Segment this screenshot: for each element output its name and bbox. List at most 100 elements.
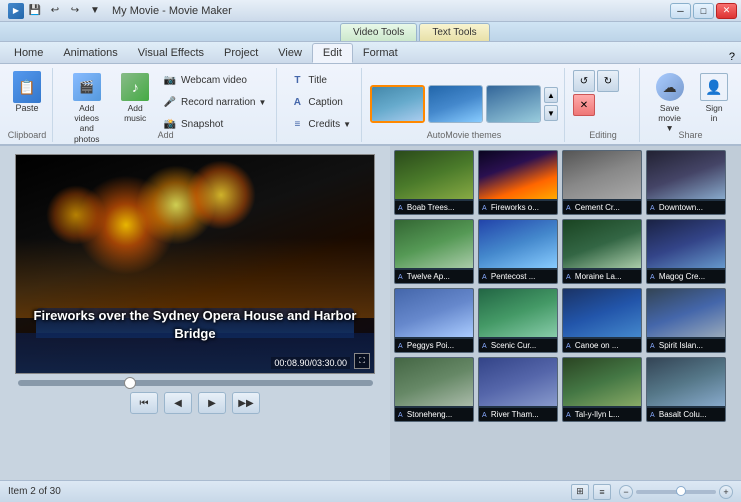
microphone-icon: 🎤	[162, 94, 178, 110]
rewind-button[interactable]: ⏮	[130, 392, 158, 414]
qat-save[interactable]: 💾	[26, 2, 44, 20]
tab-project[interactable]: Project	[214, 43, 268, 63]
title-icon: T	[289, 72, 305, 88]
paste-button[interactable]: 📋 Paste	[8, 70, 46, 116]
zoom-out-button[interactable]: −	[619, 485, 633, 499]
play-button[interactable]: ▶	[198, 392, 226, 414]
clip-peggys[interactable]: A Peggys Poi...	[394, 288, 474, 353]
theme-1[interactable]	[370, 85, 425, 123]
view-mode-buttons: ⊞ ≡	[571, 484, 611, 500]
clip-thames[interactable]: A River Tham...	[478, 357, 558, 422]
zoom-slider[interactable]	[636, 490, 716, 494]
next-frame-button[interactable]: ▶▶	[232, 392, 260, 414]
clips-panel[interactable]: A Boab Trees... A Fireworks o... A Cemen…	[390, 146, 741, 480]
ribbon-group-text: T Title A Caption ≡ Credits ▼	[279, 68, 362, 142]
clip-cement[interactable]: A Cement Cr...	[562, 150, 642, 215]
window-controls: ─ □ ✕	[670, 3, 737, 19]
clip-label: A Moraine La...	[563, 270, 641, 283]
clip-label: A Twelve Ap...	[395, 270, 473, 283]
seek-thumb[interactable]	[124, 377, 136, 389]
status-bar: Item 2 of 30 ⊞ ≡ − +	[0, 480, 741, 502]
themes-scroll-down[interactable]: ▼	[544, 105, 558, 121]
clip-label: A Canoe on ...	[563, 339, 641, 352]
clip-thumb	[479, 220, 557, 268]
clip-twelve[interactable]: A Twelve Ap...	[394, 219, 474, 284]
clip-canoe[interactable]: A Canoe on ...	[562, 288, 642, 353]
clip-moraine[interactable]: A Moraine La...	[562, 219, 642, 284]
clip-label: A Cement Cr...	[563, 201, 641, 214]
tab-format[interactable]: Format	[353, 43, 408, 63]
record-narration-button[interactable]: 🎤 Record narration ▼	[158, 92, 270, 112]
clip-icon: A	[482, 343, 487, 350]
tab-text-tools[interactable]: Text Tools	[419, 23, 489, 41]
clip-scenic[interactable]: A Scenic Cur...	[478, 288, 558, 353]
tab-edit[interactable]: Edit	[312, 43, 353, 63]
clip-label: A Spirit Islan...	[647, 339, 725, 352]
webcam-video-button[interactable]: 📷 Webcam video	[158, 70, 270, 90]
status-right: ⊞ ≡ − +	[571, 484, 733, 500]
themes-scroll-up[interactable]: ▲	[544, 87, 558, 103]
help-button[interactable]: ?	[723, 51, 741, 63]
timeline-view-button[interactable]: ≡	[593, 484, 611, 500]
sign-in-button[interactable]: 👤 Signin	[695, 70, 733, 126]
clip-icon: A	[482, 274, 487, 281]
clip-downtown[interactable]: A Downtown...	[646, 150, 726, 215]
credits-button[interactable]: ≡ Credits ▼	[285, 114, 355, 134]
title-button[interactable]: T Title	[285, 70, 355, 90]
clip-taly[interactable]: A Tal-y-llyn L...	[562, 357, 642, 422]
add-music-button[interactable]: ♪ Addmusic	[116, 70, 154, 126]
clip-thumb	[647, 151, 725, 199]
clip-row-4: A Stoneheng... A River Tham... A Tal-y-l…	[394, 357, 737, 422]
clip-pentecost[interactable]: A Pentecost ...	[478, 219, 558, 284]
tab-video-tools[interactable]: Video Tools	[340, 23, 417, 41]
clip-spirit[interactable]: A Spirit Islan...	[646, 288, 726, 353]
save-movie-button[interactable]: ☁ Savemovie ▼	[648, 70, 691, 136]
seek-bar[interactable]	[18, 380, 373, 386]
zoom-in-button[interactable]: +	[719, 485, 733, 499]
clip-magog[interactable]: A Magog Cre...	[646, 219, 726, 284]
time-display: 00:08.90/03:30.00	[271, 357, 350, 369]
clip-boab-trees[interactable]: A Boab Trees...	[394, 150, 474, 215]
video-preview: Fireworks over the Sydney Opera House an…	[15, 154, 375, 374]
theme-3[interactable]	[486, 85, 541, 123]
prev-frame-button[interactable]: ◀	[164, 392, 192, 414]
caption-button[interactable]: A Caption	[285, 92, 355, 112]
clip-icon: A	[650, 205, 655, 212]
clip-stonehenge[interactable]: A Stoneheng...	[394, 357, 474, 422]
theme-2[interactable]	[428, 85, 483, 123]
clip-icon: A	[482, 205, 487, 212]
add-videos-button[interactable]: 🎬 Add videosand photos	[61, 70, 112, 147]
rotate-left-button[interactable]: ↺	[573, 70, 595, 92]
close-button[interactable]: ✕	[716, 3, 737, 19]
qat-undo[interactable]: ↩	[46, 2, 64, 20]
main-content: Fireworks over the Sydney Opera House an…	[0, 146, 741, 480]
clip-row-1: A Boab Trees... A Fireworks o... A Cemen…	[394, 150, 737, 215]
maximize-button[interactable]: □	[693, 3, 714, 19]
delete-button[interactable]: ✕	[573, 94, 595, 116]
snapshot-button[interactable]: 📸 Snapshot	[158, 114, 270, 134]
clip-thumb	[647, 358, 725, 406]
clip-icon: A	[566, 343, 571, 350]
app-icon: ▶	[8, 3, 24, 19]
clip-fireworks[interactable]: A Fireworks o...	[478, 150, 558, 215]
fullscreen-button[interactable]: ⛶	[354, 353, 370, 369]
tab-animations[interactable]: Animations	[53, 43, 127, 63]
clip-thumb	[647, 289, 725, 337]
ribbon-group-clipboard: 📋 Paste Clipboard	[2, 68, 53, 142]
qat-redo[interactable]: ↪	[66, 2, 84, 20]
credits-icon: ≡	[289, 116, 305, 132]
minimize-button[interactable]: ─	[670, 3, 691, 19]
rotate-right-button[interactable]: ↻	[597, 70, 619, 92]
save-icon: ☁	[656, 73, 684, 101]
tab-home[interactable]: Home	[4, 43, 53, 63]
tab-visual-effects[interactable]: Visual Effects	[128, 43, 214, 63]
zoom-thumb[interactable]	[676, 486, 686, 496]
item-info: Item 2 of 30	[8, 486, 61, 497]
qat-menu[interactable]: ▼	[86, 2, 104, 20]
tab-view[interactable]: View	[268, 43, 312, 63]
clip-label: A Magog Cre...	[647, 270, 725, 283]
storyboard-view-button[interactable]: ⊞	[571, 484, 589, 500]
clip-basalt[interactable]: A Basalt Colu...	[646, 357, 726, 422]
editing-col: ↺ ↻ ✕	[573, 70, 633, 116]
ribbon-group-editing: ↺ ↻ ✕ Editing	[567, 68, 640, 142]
